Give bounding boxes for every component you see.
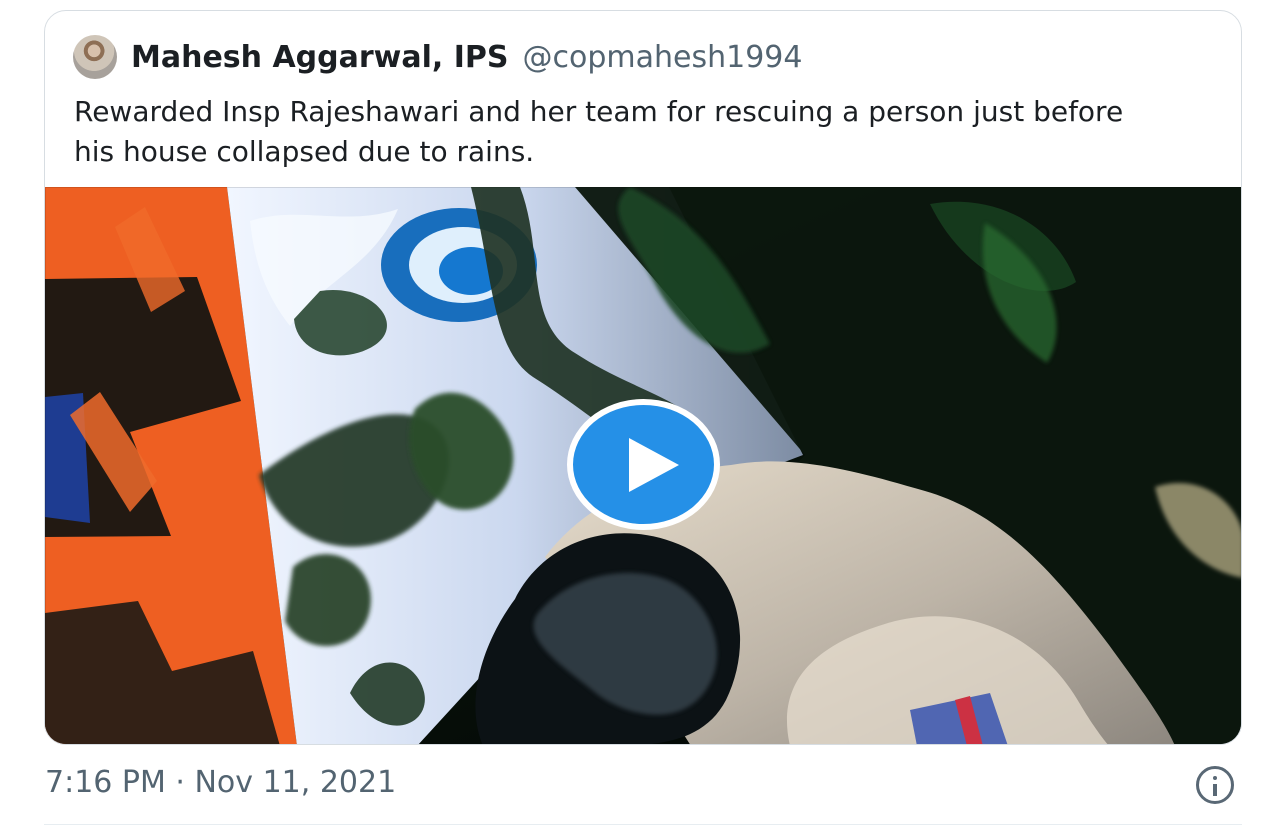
- video-play-button[interactable]: [567, 399, 720, 530]
- author-handle[interactable]: @copmahesh1994: [523, 40, 803, 75]
- tweet-text: Rewarded Insp Rajeshawari and her team f…: [74, 95, 1124, 168]
- author-name[interactable]: Mahesh Aggarwal, IPS: [131, 40, 509, 75]
- tweet-card[interactable]: Mahesh Aggarwal, IPS @copmahesh1994 Rewa…: [44, 10, 1242, 745]
- tweet-timestamp-link[interactable]: 7:16 PM · Nov 11, 2021: [45, 765, 396, 800]
- info-icon[interactable]: [1196, 766, 1234, 804]
- bottom-divider: [44, 824, 1242, 825]
- play-icon: [629, 438, 679, 492]
- tweet-page: Mahesh Aggarwal, IPS @copmahesh1994 Rewa…: [0, 0, 1280, 835]
- video-preview[interactable]: [45, 187, 1241, 744]
- info-dot: [1213, 776, 1217, 780]
- author-avatar[interactable]: [73, 35, 117, 79]
- tweet-header: Mahesh Aggarwal, IPS @copmahesh1994: [73, 34, 802, 80]
- info-bar: [1213, 784, 1217, 796]
